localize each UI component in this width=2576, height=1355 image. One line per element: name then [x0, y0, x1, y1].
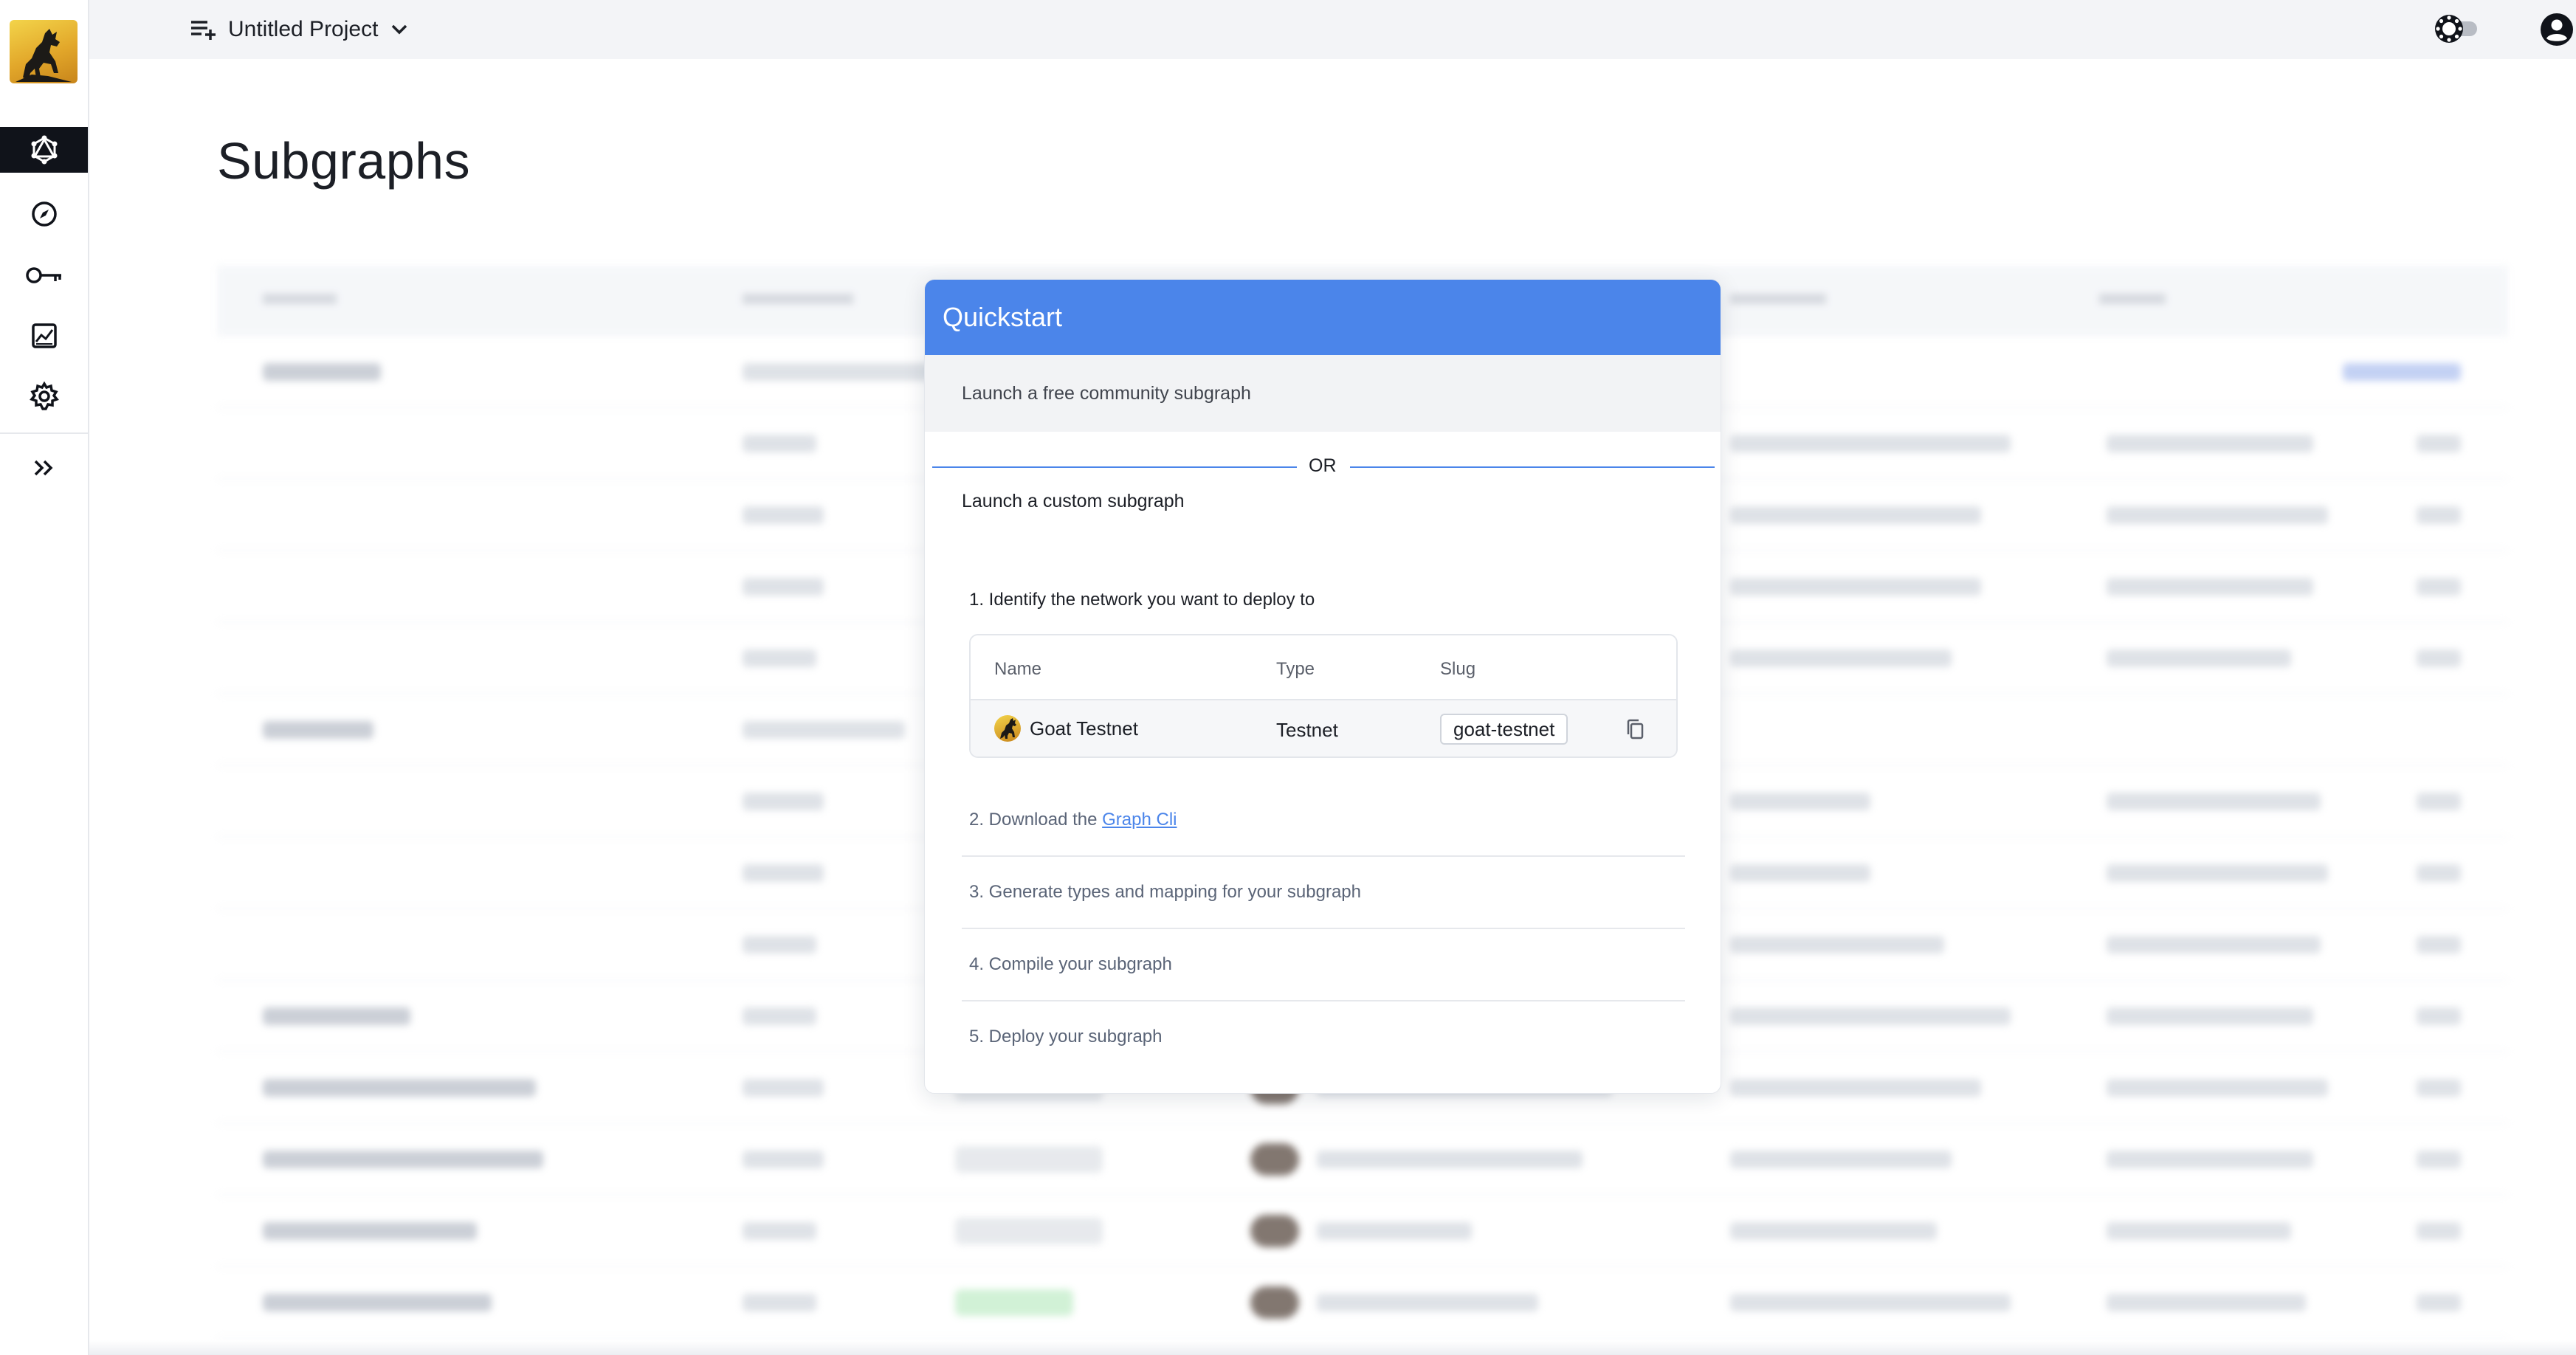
column-header-type: Type — [1276, 659, 1315, 679]
divider-line-left — [932, 466, 1297, 468]
step-2: 2. Download the Graph Cli — [962, 785, 1685, 857]
custom-subgraph-label[interactable]: Launch a custom subgraph — [962, 491, 1185, 512]
step-2-prefix: 2. Download the — [969, 810, 1103, 830]
step-4-text: 4. Compile your subgraph — [969, 954, 1172, 974]
or-text: OR — [1309, 455, 1337, 476]
network-table-header: Name Type Slug — [971, 635, 1676, 699]
step-5[interactable]: 5. Deploy your subgraph — [962, 1001, 1685, 1074]
graph-cli-link[interactable]: Graph Cli — [1102, 810, 1177, 830]
step-3[interactable]: 3. Generate types and mapping for your s… — [962, 857, 1685, 929]
goat-network-icon — [994, 715, 1021, 742]
copy-slug-button[interactable] — [1623, 717, 1648, 742]
network-name-cell: Goat Testnet — [994, 715, 1138, 742]
step-2-text: 2. Download the Graph Cli — [969, 810, 1177, 830]
copy-icon — [1627, 719, 1644, 739]
modal-overlay: Quickstart Launch a free community subgr… — [0, 0, 2576, 1355]
divider-line-right — [1350, 466, 1715, 468]
step-5-text: 5. Deploy your subgraph — [969, 1027, 1163, 1047]
or-divider: OR — [932, 447, 1715, 488]
column-header-slug: Slug — [1440, 659, 1476, 679]
free-subgraph-label: Launch a free community subgraph — [962, 383, 1251, 404]
column-header-name: Name — [994, 659, 1042, 679]
network-table: Name Type Slug Goat Testnet Testnet goat… — [969, 634, 1678, 758]
network-name: Goat Testnet — [1030, 717, 1138, 739]
quickstart-modal: Quickstart Launch a free community subgr… — [924, 279, 1721, 1094]
free-subgraph-option[interactable]: Launch a free community subgraph — [925, 355, 1721, 432]
step-3-text: 3. Generate types and mapping for your s… — [969, 882, 1361, 902]
table-row: Goat Testnet Testnet goat-testnet — [971, 699, 1676, 756]
network-slug: goat-testnet — [1440, 714, 1568, 745]
network-type: Testnet — [1276, 719, 1338, 741]
modal-title: Quickstart — [943, 302, 1063, 332]
step-4[interactable]: 4. Compile your subgraph — [962, 929, 1685, 1001]
modal-header: Quickstart — [925, 280, 1721, 355]
step-1-text: 1. Identify the network you want to depl… — [969, 590, 1315, 610]
